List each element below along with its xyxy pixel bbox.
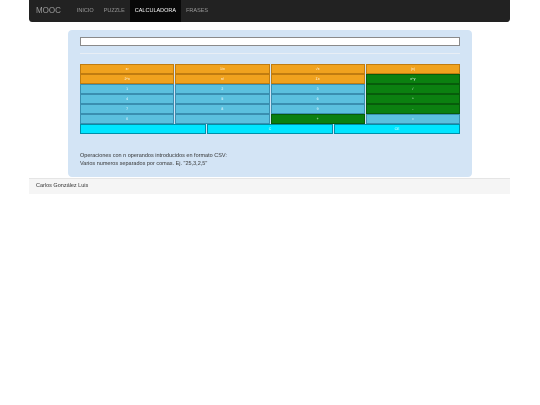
nav-item-frases[interactable]: FRASES xyxy=(181,0,213,22)
calc-key-r6-c1[interactable]: C xyxy=(207,124,333,134)
help-line-1: Operaciones con n operandos introducidos… xyxy=(80,153,227,159)
calc-key-r2-c0[interactable]: 1 xyxy=(80,84,175,94)
nav-item-puzzle[interactable]: PUZZLE xyxy=(99,0,130,22)
footer: Carlos González Luis xyxy=(29,178,510,194)
calc-key-r3-c1[interactable]: 5 xyxy=(175,94,270,104)
brand-logo[interactable]: MOOC xyxy=(36,0,61,22)
calc-key-r1-c3[interactable]: x^y xyxy=(365,74,460,84)
keypad-row: C CE xyxy=(80,124,460,134)
calc-key-r5-c3[interactable]: = xyxy=(365,114,460,124)
calc-key-r3-c0[interactable]: 4 xyxy=(80,94,175,104)
calc-key-r1-c0[interactable]: 2^x xyxy=(80,74,175,84)
keypad-row: x² 1/x √x |x| xyxy=(80,64,460,74)
calc-key-r4-c2[interactable]: 9 xyxy=(270,104,365,114)
calc-key-r5-c2[interactable]: + xyxy=(270,114,365,124)
calc-key-r5-c1[interactable] xyxy=(175,114,270,124)
calc-key-r4-c3[interactable]: - xyxy=(365,104,460,114)
calc-key-r2-c1[interactable]: 2 xyxy=(175,84,270,94)
help-text: Operaciones con n operandos introducidos… xyxy=(80,152,227,168)
calc-key-r3-c3[interactable]: * xyxy=(365,94,460,104)
calc-key-r0-c0[interactable]: x² xyxy=(80,64,175,74)
calc-key-r0-c1[interactable]: 1/x xyxy=(175,64,270,74)
calc-key-r1-c1[interactable]: n! xyxy=(175,74,270,84)
calc-key-r2-c3[interactable]: / xyxy=(365,84,460,94)
calculator-panel: x² 1/x √x |x| 2^x n! Σx x^y 1 2 3/4 5 6 * 7 8 9-0 + = C CE O… xyxy=(68,30,472,177)
calc-key-r1-c2[interactable]: Σx xyxy=(270,74,365,84)
calc-key-r6-c0[interactable] xyxy=(80,124,206,134)
calculator-display[interactable] xyxy=(80,37,460,46)
calc-key-r4-c1[interactable]: 8 xyxy=(175,104,270,114)
nav-item-inicio[interactable]: INICIO xyxy=(72,0,99,22)
keypad-row: 0 + = xyxy=(80,114,460,124)
help-line-2: Varios numeros separados por comas. Ej. … xyxy=(80,161,208,167)
calc-key-r0-c2[interactable]: √x xyxy=(270,64,365,74)
calc-key-r6-c2[interactable]: CE xyxy=(334,124,460,134)
keypad-row: 789- xyxy=(80,104,460,114)
nav-item-calculadora[interactable]: CALCULADORA xyxy=(129,0,182,22)
calc-key-r3-c2[interactable]: 6 xyxy=(270,94,365,104)
keypad-row: 4 5 6 * xyxy=(80,94,460,104)
calc-key-r4-c0[interactable]: 7 xyxy=(80,104,175,114)
keypad-row: 1 2 3/ xyxy=(80,84,460,94)
top-navbar: MOOC INICIO PUZZLE CALCULADORA FRASES xyxy=(29,0,510,22)
keypad-row: 2^x n! Σx x^y xyxy=(80,74,460,84)
calc-key-r5-c0[interactable]: 0 xyxy=(80,114,175,124)
calc-key-r0-c3[interactable]: |x| xyxy=(365,64,460,74)
calculator-keypad: x² 1/x √x |x| 2^x n! Σx x^y 1 2 3/4 5 6 * 7 8 9-0 + = C CE xyxy=(80,64,460,134)
calc-key-r2-c2[interactable]: 3 xyxy=(270,84,365,94)
footer-author: Carlos González Luis xyxy=(36,183,89,189)
divider xyxy=(80,53,460,54)
